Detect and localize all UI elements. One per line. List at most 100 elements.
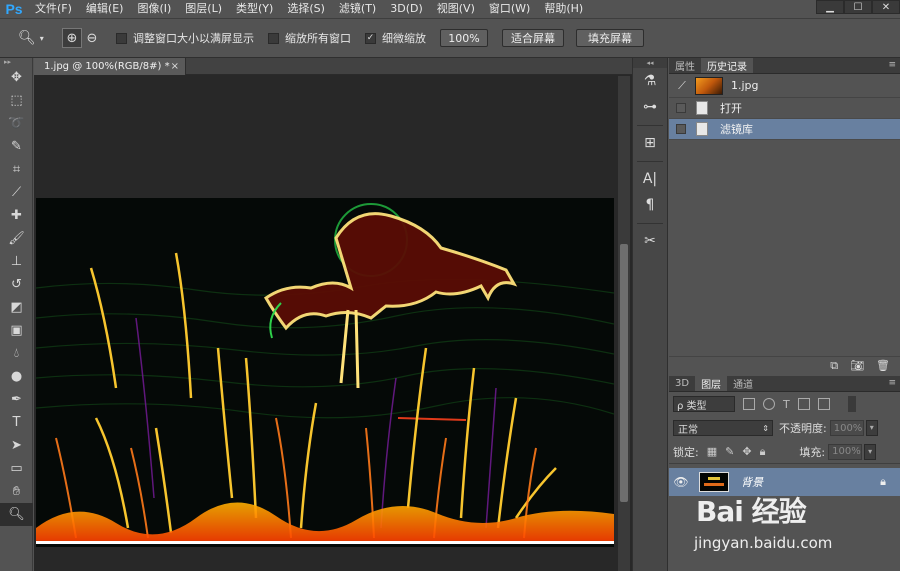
brush-presets-icon[interactable]: ✂ [633,228,667,254]
menu-image[interactable]: 图像(I) [130,0,178,18]
history-panel-icon[interactable]: ⚗ [633,68,667,94]
resize-windows-option[interactable]: 调整窗口大小以满屏显示 [116,30,254,46]
quick-selection-tool-icon[interactable]: ✎ [0,135,33,158]
scrollbar-thumb[interactable] [620,244,628,502]
close-button[interactable]: ✕ [872,0,900,14]
tab-history[interactable]: 历史记录 [701,58,753,73]
tab-channels[interactable]: 通道 [727,376,759,391]
panel-grip-icon[interactable]: ▸▸ [0,58,32,66]
kind-filter-label: ρ 类型 [677,400,707,412]
blur-tool-icon[interactable]: 💧︎ [0,342,33,365]
fill-dropdown[interactable]: ▾ [864,443,877,460]
layer-name[interactable]: 背景 [741,474,763,490]
gradient-tool-icon[interactable]: ▣ [0,319,33,342]
adjustments-panel-icon[interactable]: ⊶ [633,94,667,120]
fill-screen-button[interactable]: 填充屏幕 [576,29,644,47]
menu-help[interactable]: 帮助(H) [537,0,590,18]
history-brush-tool-icon[interactable]: ↺ [0,273,33,296]
maximize-button[interactable]: ☐ [844,0,872,14]
character-panel-icon[interactable]: A| [633,166,667,192]
type-tool-icon[interactable]: T [0,411,33,434]
panel-grip-icon[interactable]: ◂◂ [633,58,667,68]
actual-pixels-button[interactable]: 100% [440,29,488,47]
history-state-selected[interactable]: 滤镜库 [669,119,900,140]
clone-stamp-tool-icon[interactable]: ⊥ [0,250,33,273]
crop-tool-icon[interactable]: ⌗ [0,158,33,181]
path-selection-tool-icon[interactable]: ➤ [0,434,33,457]
document-tab[interactable]: 1.jpg @ 100%(RGB/8#) * × [34,58,186,75]
tab-layers[interactable]: 图层 [695,376,728,391]
pen-tool-icon[interactable]: ✒ [0,388,33,411]
eraser-tool-icon[interactable]: ◩ [0,296,33,319]
close-tab-icon[interactable]: × [171,61,179,72]
zoom-out-icon: ⊖ [86,30,98,46]
zoom-in-button[interactable]: ⊕ [62,28,82,48]
tool-presets-icon[interactable]: ⊞ [633,130,667,156]
history-brush-source-icon[interactable]: ⟋ [669,79,695,93]
marquee-tool-icon[interactable]: ⬚ [0,89,33,112]
history-snapshot[interactable]: ⟋ 1.jpg [669,74,900,98]
lock-transparent-pixels-icon[interactable]: ▦ [707,445,717,458]
menu-file[interactable]: 文件(F) [28,0,79,18]
lock-fill-row: 锁定: ▦ ✎ ✥ 🔒︎ 填充: 100% ▾ [669,440,900,464]
panel-menu-icon[interactable]: ≡ [888,60,896,70]
filter-toggle-icon[interactable] [847,396,856,412]
zoom-out-button[interactable]: ⊖ [82,28,102,48]
history-source-checkbox[interactable] [676,103,686,113]
hand-tool-icon[interactable]: ✋︎ [0,480,33,503]
history-source-checkbox[interactable] [676,124,686,134]
divider [637,218,663,224]
paragraph-panel-icon[interactable]: ¶ [633,192,667,218]
minimize-button[interactable]: ▁ [816,0,844,14]
divider [637,156,663,162]
opacity-dropdown[interactable]: ▾ [865,420,878,436]
shape-filter-icon[interactable] [797,398,810,410]
smart-object-filter-icon[interactable] [817,398,830,410]
scrubby-zoom-checkbox[interactable]: ✓ [365,32,376,44]
lasso-tool-icon[interactable]: ➰ [0,112,33,135]
adjustment-filter-icon[interactable] [763,398,775,410]
move-tool-icon[interactable]: ✥ [0,66,33,89]
camera-snapshot-icon[interactable]: 📷︎ [850,359,864,372]
menu-type[interactable]: 类型(Y) [229,0,280,18]
opacity-field[interactable]: 100% [829,420,864,436]
lock-image-pixels-icon[interactable]: ✎ [725,445,734,458]
menu-filter[interactable]: 滤镜(T) [332,0,383,18]
blend-mode-select[interactable]: 正常 ⇕ [673,420,773,436]
scrubby-zoom-option[interactable]: ✓ 细微缩放 [365,30,426,46]
healing-brush-tool-icon[interactable]: ✚ [0,204,33,227]
menu-window[interactable]: 窗口(W) [482,0,537,18]
zoom-tool-icon[interactable]: 🔍︎ [0,503,33,526]
brush-tool-icon[interactable]: 🖌︎ [0,227,33,250]
vertical-scrollbar[interactable] [618,76,630,571]
lock-position-icon[interactable]: ✥ [742,445,751,458]
menu-view[interactable]: 视图(V) [430,0,482,18]
trash-icon[interactable]: 🗑︎ [876,359,890,372]
dodge-tool-icon[interactable]: ● [0,365,33,388]
panel-menu-icon[interactable]: ≡ [888,378,896,388]
eyedropper-tool-icon[interactable]: ⟋ [0,181,33,204]
canvas-image[interactable] [36,198,614,547]
type-filter-icon[interactable]: T [783,398,790,411]
layer-kind-filter[interactable]: ρ 类型 [673,396,735,412]
zoom-tool-preset-picker[interactable]: 🔍︎ ▾ [18,30,48,46]
zoom-all-windows-option[interactable]: 缩放所有窗口 [268,30,351,46]
fill-field[interactable]: 100% [828,443,863,460]
visibility-eye-icon[interactable]: 👁︎ [669,475,693,489]
lock-all-icon[interactable]: 🔒︎ [760,445,766,459]
new-document-from-state-icon[interactable]: ⧉ [830,359,838,373]
menu-select[interactable]: 选择(S) [280,0,332,18]
history-state[interactable]: 打开 [669,98,900,119]
tab-properties[interactable]: 属性 [669,58,701,73]
menu-3d[interactable]: 3D(D) [383,0,430,18]
zoom-all-windows-checkbox[interactable] [268,32,279,44]
rectangle-tool-icon[interactable]: ▭ [0,457,33,480]
menu-layer[interactable]: 图层(L) [178,0,229,18]
pixel-filter-icon[interactable] [743,398,755,410]
fit-screen-button[interactable]: 适合屏幕 [502,29,564,47]
collapsed-panels-strip: ◂◂ ⚗ ⊶ ⊞ A| ¶ ✂ [632,58,668,571]
tab-3d[interactable]: 3D [669,376,695,391]
history-state-label: 打开 [720,102,742,115]
resize-windows-checkbox[interactable] [116,32,127,44]
menu-edit[interactable]: 编辑(E) [79,0,131,18]
